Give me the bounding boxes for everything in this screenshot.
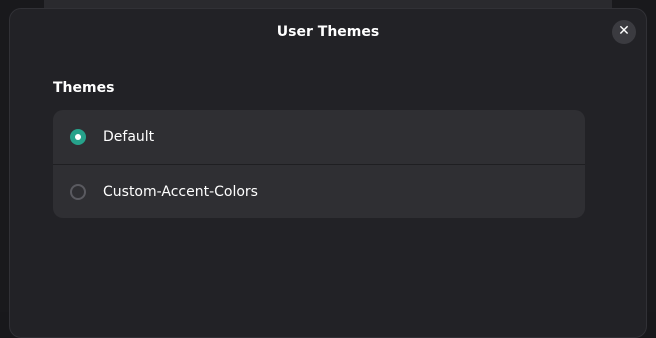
radio-unselected-icon[interactable] bbox=[70, 183, 86, 200]
themes-list: Default Custom-Accent-Colors bbox=[53, 110, 585, 218]
close-button[interactable]: ✕ bbox=[612, 20, 636, 44]
themes-heading: Themes bbox=[53, 80, 115, 96]
dialog-title: User Themes bbox=[276, 24, 380, 40]
radio-dot-icon bbox=[75, 134, 81, 140]
theme-option-label: Default bbox=[103, 129, 155, 145]
close-icon: ✕ bbox=[618, 23, 630, 39]
theme-option-custom-accent-colors[interactable]: Custom-Accent-Colors bbox=[53, 164, 585, 218]
radio-selected-icon[interactable] bbox=[70, 129, 86, 145]
theme-option-default[interactable]: Default bbox=[53, 110, 585, 164]
theme-option-label: Custom-Accent-Colors bbox=[103, 183, 258, 200]
